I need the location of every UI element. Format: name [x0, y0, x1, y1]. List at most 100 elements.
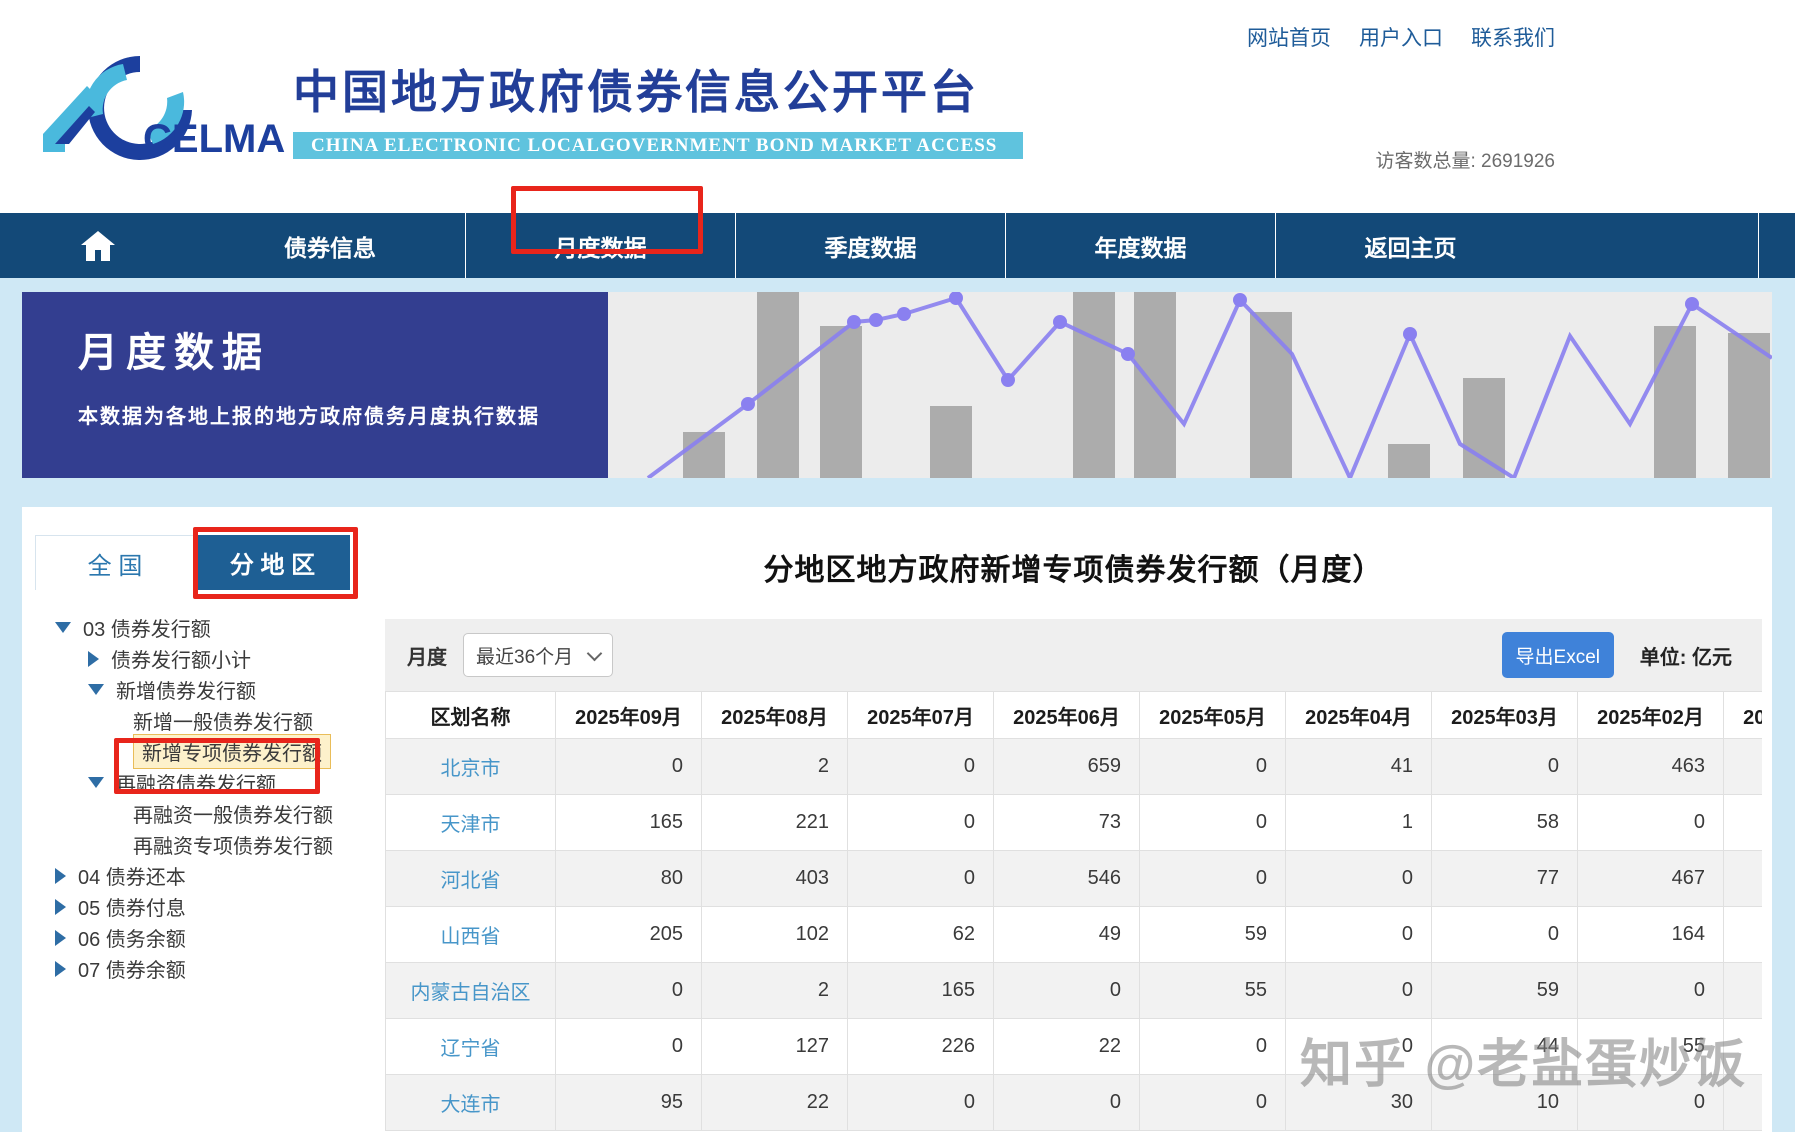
period-select[interactable]: 最近36个月 [463, 633, 613, 677]
value-cell: 0 [556, 739, 702, 795]
top-link[interactable]: 网站首页 [1247, 22, 1331, 52]
nav-filler-end [1758, 213, 1795, 278]
value-cell: 30 [1286, 1075, 1432, 1131]
column-header: 2025年01月 [1724, 692, 1763, 739]
table-row: 内蒙古自治区021650550590 [386, 963, 1763, 1019]
value-cell: 0 [1286, 907, 1432, 963]
value-cell-clipped [1724, 907, 1763, 963]
value-cell-clipped [1724, 1019, 1763, 1075]
triangle-down-icon[interactable] [88, 684, 104, 695]
value-cell: 546 [994, 851, 1140, 907]
triangle-down-icon[interactable] [55, 622, 71, 633]
nav-items: 债券信息月度数据季度数据年度数据返回主页 [195, 213, 1545, 278]
value-cell: 0 [848, 851, 994, 907]
main-nav: 债券信息月度数据季度数据年度数据返回主页 [0, 213, 1795, 278]
nav-item[interactable]: 季度数据 [735, 213, 1005, 278]
value-cell: 49 [994, 907, 1140, 963]
data-table-container: 区划名称2025年09月2025年08月2025年07月2025年06月2025… [385, 691, 1762, 1132]
value-cell: 467 [1578, 851, 1724, 907]
tree-item[interactable]: 债券发行额小计 [22, 643, 382, 674]
value-cell: 0 [848, 795, 994, 851]
triangle-right-icon[interactable] [55, 868, 66, 884]
content-card: 全 国分 地 区 03 债券发行额债券发行额小计新增债券发行额新增一般债券发行额… [22, 507, 1772, 1132]
nav-item[interactable]: 返回主页 [1275, 213, 1545, 278]
site-title-block: 中国地方政府债券信息公开平台 CHINA ELECTRONIC LOCALGOV… [293, 48, 1023, 159]
column-header: 2025年06月 [994, 692, 1140, 739]
region-link[interactable]: 河北省 [386, 851, 556, 907]
tree-item-label: 新增专项债券发行额 [133, 734, 331, 769]
value-cell: 62 [848, 907, 994, 963]
table-row: 大连市952200030100 [386, 1075, 1763, 1131]
tree-item-label: 04 债券还本 [78, 861, 186, 890]
table-row: 辽宁省012722622004455 [386, 1019, 1763, 1075]
value-cell: 41 [1286, 739, 1432, 795]
column-header: 2025年07月 [848, 692, 994, 739]
tree-item[interactable]: 新增专项债券发行额 [22, 736, 382, 767]
top-link[interactable]: 用户入口 [1359, 22, 1443, 52]
column-header: 2025年08月 [702, 692, 848, 739]
page-banner: 月度数据 本数据为各地上报的地方政府债务月度执行数据 [22, 292, 1772, 478]
value-cell: 10 [1432, 1075, 1578, 1131]
nav-item[interactable]: 月度数据 [465, 213, 735, 278]
banner-text-panel: 月度数据 本数据为各地上报的地方政府债务月度执行数据 [22, 292, 608, 478]
tab-by-region[interactable]: 分 地 区 [195, 535, 350, 590]
tree-item[interactable]: 06 债务余额 [22, 922, 382, 953]
nav-item[interactable]: 债券信息 [195, 213, 465, 278]
region-link[interactable]: 天津市 [386, 795, 556, 851]
tree-item[interactable]: 新增债券发行额 [22, 674, 382, 705]
triangle-right-icon[interactable] [55, 899, 66, 915]
value-cell: 58 [1432, 795, 1578, 851]
banner-chart-decoration [608, 292, 1772, 478]
value-cell: 165 [556, 795, 702, 851]
celma-logo-icon: CELMA [35, 48, 285, 170]
tree-item[interactable]: 再融资债券发行额 [22, 767, 382, 798]
table-toolbar: 月度 最近36个月 导出Excel 单位: 亿元 [385, 619, 1762, 691]
value-cell: 102 [702, 907, 848, 963]
period-label: 月度 [407, 641, 447, 670]
value-cell: 22 [702, 1075, 848, 1131]
column-header: 2025年05月 [1140, 692, 1286, 739]
nav-item[interactable]: 年度数据 [1005, 213, 1275, 278]
tree-item[interactable]: 再融资专项债券发行额 [22, 829, 382, 860]
value-cell: 0 [994, 963, 1140, 1019]
tree-item[interactable]: 再融资一般债券发行额 [22, 798, 382, 829]
triangle-down-icon[interactable] [88, 777, 104, 788]
region-link[interactable]: 山西省 [386, 907, 556, 963]
tree-item[interactable]: 05 债券付息 [22, 891, 382, 922]
visitor-label: 访客数总量: [1375, 151, 1475, 172]
value-cell: 0 [848, 739, 994, 795]
tab-national[interactable]: 全 国 [35, 535, 195, 590]
value-cell: 44 [1432, 1019, 1578, 1075]
export-excel-button[interactable]: 导出Excel [1502, 632, 1614, 678]
tree-item[interactable]: 03 债券发行额 [22, 612, 382, 643]
value-cell: 77 [1432, 851, 1578, 907]
value-cell: 2 [702, 739, 848, 795]
region-link[interactable]: 内蒙古自治区 [386, 963, 556, 1019]
value-cell: 59 [1432, 963, 1578, 1019]
value-cell: 55 [1578, 1019, 1724, 1075]
unit-label: 单位: 亿元 [1640, 641, 1732, 670]
tree-item[interactable]: 04 债券还本 [22, 860, 382, 891]
triangle-right-icon[interactable] [88, 651, 99, 667]
tree-item[interactable]: 新增一般债券发行额 [22, 705, 382, 736]
tree-item-label: 新增一般债券发行额 [133, 706, 313, 735]
column-header: 2025年09月 [556, 692, 702, 739]
tree-item-label: 05 债券付息 [78, 892, 186, 921]
region-link[interactable]: 辽宁省 [386, 1019, 556, 1075]
table-header-row: 区划名称2025年09月2025年08月2025年07月2025年06月2025… [386, 692, 1763, 739]
value-cell: 95 [556, 1075, 702, 1131]
tree-item-label: 再融资债券发行额 [116, 768, 276, 797]
nav-home-button[interactable] [0, 213, 195, 278]
tree-item[interactable]: 07 债券余额 [22, 953, 382, 984]
region-link[interactable]: 大连市 [386, 1075, 556, 1131]
triangle-right-icon[interactable] [55, 961, 66, 977]
column-header: 2025年04月 [1286, 692, 1432, 739]
value-cell: 0 [1432, 739, 1578, 795]
region-link[interactable]: 北京市 [386, 739, 556, 795]
triangle-right-icon[interactable] [55, 930, 66, 946]
value-cell: 22 [994, 1019, 1140, 1075]
tree-item-label: 03 债券发行额 [83, 613, 211, 642]
value-cell: 80 [556, 851, 702, 907]
banner-subtitle: 本数据为各地上报的地方政府债务月度执行数据 [78, 400, 608, 429]
top-link[interactable]: 联系我们 [1471, 22, 1555, 52]
